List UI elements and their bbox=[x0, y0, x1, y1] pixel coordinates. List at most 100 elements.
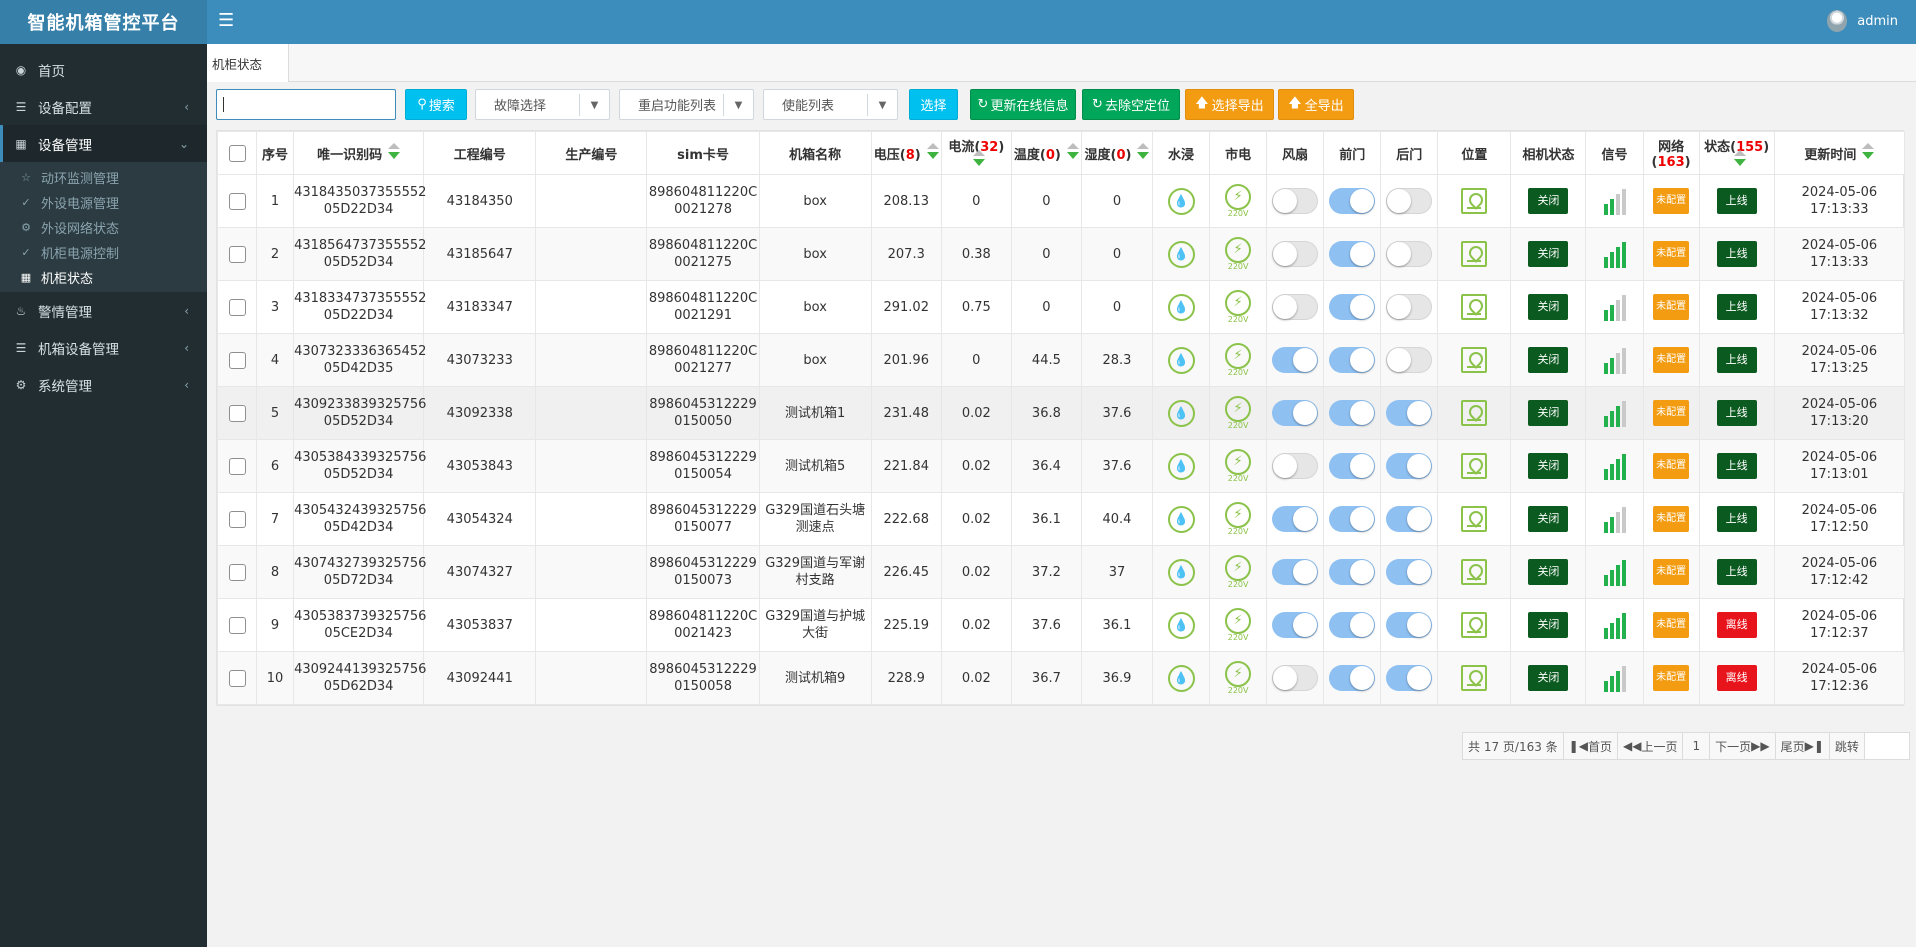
table-row[interactable]: 4 4307323336365452 05D42D35 43073233 8986048… bbox=[216, 333, 1906, 387]
map-marker-icon[interactable] bbox=[1461, 559, 1488, 585]
table-row[interactable]: 2 4318564737355552 05D52D34 43185647 8986048… bbox=[216, 227, 1906, 281]
search-button[interactable]: ⚲ 搜索 bbox=[405, 89, 467, 120]
fan-toggle[interactable] bbox=[1272, 347, 1319, 373]
front-door-toggle[interactable] bbox=[1329, 453, 1376, 479]
table-row[interactable]: 9 4305383739325756 05CE2D34 43053837 8986048… bbox=[216, 598, 1906, 652]
row-checkbox[interactable] bbox=[228, 616, 246, 634]
col-status[interactable]: 状态(155) bbox=[1698, 131, 1775, 175]
select-all-checkbox[interactable] bbox=[228, 144, 246, 162]
sidebar-subitem-cabinet-status[interactable]: ▦ 机柜状态 bbox=[0, 265, 207, 290]
back-door-toggle[interactable] bbox=[1386, 453, 1433, 479]
sort-icon[interactable] bbox=[1862, 142, 1875, 159]
map-marker-icon[interactable] bbox=[1461, 188, 1488, 214]
user-menu[interactable]: admin bbox=[1827, 10, 1898, 32]
clear-empty-location-button[interactable]: ↻ 去除空定位 bbox=[1082, 89, 1180, 120]
jump-button[interactable]: 跳转 bbox=[1830, 733, 1865, 759]
camera-status-badge[interactable]: 关闭 bbox=[1528, 612, 1569, 638]
back-door-toggle[interactable] bbox=[1386, 665, 1433, 691]
col-network[interactable]: 网络(163) bbox=[1642, 131, 1700, 175]
sidebar-subitem-env-monitor[interactable]: ☆ 动环监测管理 bbox=[0, 165, 207, 190]
front-door-toggle[interactable] bbox=[1329, 612, 1376, 638]
enable-list-select[interactable]: 使能列表 ▼ bbox=[763, 89, 898, 120]
back-door-toggle[interactable] bbox=[1386, 241, 1433, 267]
sort-icon[interactable] bbox=[973, 150, 986, 166]
front-door-toggle[interactable] bbox=[1329, 294, 1376, 320]
fan-toggle[interactable] bbox=[1272, 506, 1319, 532]
jump-page-input[interactable] bbox=[1864, 733, 1909, 759]
network-status-badge[interactable]: 未配置 bbox=[1653, 665, 1690, 691]
camera-status-badge[interactable]: 关闭 bbox=[1528, 347, 1569, 373]
table-row[interactable]: 5 4309233839325756 05D52D34 43092338 8986045… bbox=[216, 386, 1906, 440]
col-current[interactable]: 电流(32) bbox=[940, 131, 1012, 175]
front-door-toggle[interactable] bbox=[1329, 400, 1376, 426]
fan-toggle[interactable] bbox=[1272, 612, 1319, 638]
sidebar-item-home[interactable]: ◉ 首页 bbox=[0, 51, 207, 88]
fan-toggle[interactable] bbox=[1272, 453, 1319, 479]
sidebar-item-device-mgmt[interactable]: ▦ 设备管理 ⌄ bbox=[0, 125, 207, 162]
network-status-badge[interactable]: 未配置 bbox=[1653, 559, 1690, 585]
col-voltage[interactable]: 电压(8) bbox=[870, 131, 942, 175]
back-door-toggle[interactable] bbox=[1386, 347, 1433, 373]
sidebar-item-alarm[interactable]: ♨ 警情管理 ‹ bbox=[0, 292, 207, 329]
row-checkbox[interactable] bbox=[228, 669, 246, 687]
row-checkbox[interactable] bbox=[228, 245, 246, 263]
table-row[interactable]: 3 4318334737355552 05D22D34 43183347 8986048… bbox=[216, 280, 1906, 334]
fan-toggle[interactable] bbox=[1272, 400, 1319, 426]
online-status-badge[interactable]: 离线 bbox=[1716, 612, 1757, 638]
online-status-badge[interactable]: 上线 bbox=[1716, 347, 1757, 373]
network-status-badge[interactable]: 未配置 bbox=[1653, 188, 1690, 214]
sidebar-item-system[interactable]: ⚙ 系统管理 ‹ bbox=[0, 366, 207, 403]
network-status-badge[interactable]: 未配置 bbox=[1653, 612, 1690, 638]
online-status-badge[interactable]: 上线 bbox=[1716, 506, 1757, 532]
front-door-toggle[interactable] bbox=[1329, 188, 1376, 214]
map-marker-icon[interactable] bbox=[1461, 506, 1488, 532]
current-page[interactable]: 1 bbox=[1683, 733, 1711, 759]
camera-status-badge[interactable]: 关闭 bbox=[1528, 506, 1569, 532]
back-door-toggle[interactable] bbox=[1386, 188, 1433, 214]
row-checkbox[interactable] bbox=[228, 510, 246, 528]
map-marker-icon[interactable] bbox=[1461, 665, 1488, 691]
row-checkbox[interactable] bbox=[228, 457, 246, 475]
back-door-toggle[interactable] bbox=[1386, 612, 1433, 638]
network-status-badge[interactable]: 未配置 bbox=[1653, 400, 1690, 426]
network-status-badge[interactable]: 未配置 bbox=[1653, 347, 1690, 373]
update-online-button[interactable]: ↻ 更新在线信息 bbox=[970, 89, 1076, 120]
bars-icon[interactable]: ☰ bbox=[218, 11, 234, 31]
fault-select[interactable]: 故障选择 ▼ bbox=[475, 89, 610, 120]
online-status-badge[interactable]: 上线 bbox=[1716, 453, 1757, 479]
fan-toggle[interactable] bbox=[1272, 559, 1319, 585]
table-row[interactable]: 8 4307432739325756 05D72D34 43074327 8986045… bbox=[216, 545, 1906, 599]
network-status-badge[interactable]: 未配置 bbox=[1653, 453, 1690, 479]
row-checkbox[interactable] bbox=[228, 563, 246, 581]
front-door-toggle[interactable] bbox=[1329, 241, 1376, 267]
camera-status-badge[interactable]: 关闭 bbox=[1528, 400, 1569, 426]
last-page-button[interactable]: 尾页 ▶❚ bbox=[1776, 733, 1830, 759]
back-door-toggle[interactable] bbox=[1386, 400, 1433, 426]
fan-toggle[interactable] bbox=[1272, 188, 1319, 214]
camera-status-badge[interactable]: 关闭 bbox=[1528, 294, 1569, 320]
fan-toggle[interactable] bbox=[1272, 241, 1319, 267]
camera-status-badge[interactable]: 关闭 bbox=[1528, 453, 1569, 479]
camera-status-badge[interactable]: 关闭 bbox=[1528, 559, 1569, 585]
online-status-badge[interactable]: 上线 bbox=[1716, 241, 1757, 267]
sidebar-item-device-config[interactable]: ☰ 设备配置 ‹ bbox=[0, 88, 207, 125]
network-status-badge[interactable]: 未配置 bbox=[1653, 506, 1690, 532]
back-door-toggle[interactable] bbox=[1386, 506, 1433, 532]
table-row[interactable]: 1 4318435037355552 05D22D34 43184350 8986048… bbox=[216, 174, 1906, 228]
map-marker-icon[interactable] bbox=[1461, 400, 1488, 426]
next-page-button[interactable]: 下一页 ▶▶ bbox=[1710, 733, 1776, 759]
camera-status-badge[interactable]: 关闭 bbox=[1528, 241, 1569, 267]
sort-icon[interactable] bbox=[1137, 142, 1150, 159]
front-door-toggle[interactable] bbox=[1329, 506, 1376, 532]
online-status-badge[interactable]: 上线 bbox=[1716, 559, 1757, 585]
sort-icon[interactable] bbox=[1733, 150, 1746, 166]
sidebar-subitem-cabinet-power[interactable]: ✓ 机柜电源控制 bbox=[0, 240, 207, 265]
front-door-toggle[interactable] bbox=[1329, 665, 1376, 691]
export-all-button[interactable]: 🡅 全导出 bbox=[1278, 89, 1354, 120]
export-selected-button[interactable]: 🡅 选择导出 bbox=[1185, 89, 1274, 120]
row-checkbox[interactable] bbox=[228, 192, 246, 210]
sort-icon[interactable] bbox=[926, 142, 939, 159]
table-row[interactable]: 10 4309244139325756 05D62D34 43092441 898604… bbox=[216, 651, 1906, 705]
col-temp[interactable]: 温度(0) bbox=[1010, 131, 1082, 175]
front-door-toggle[interactable] bbox=[1329, 559, 1376, 585]
